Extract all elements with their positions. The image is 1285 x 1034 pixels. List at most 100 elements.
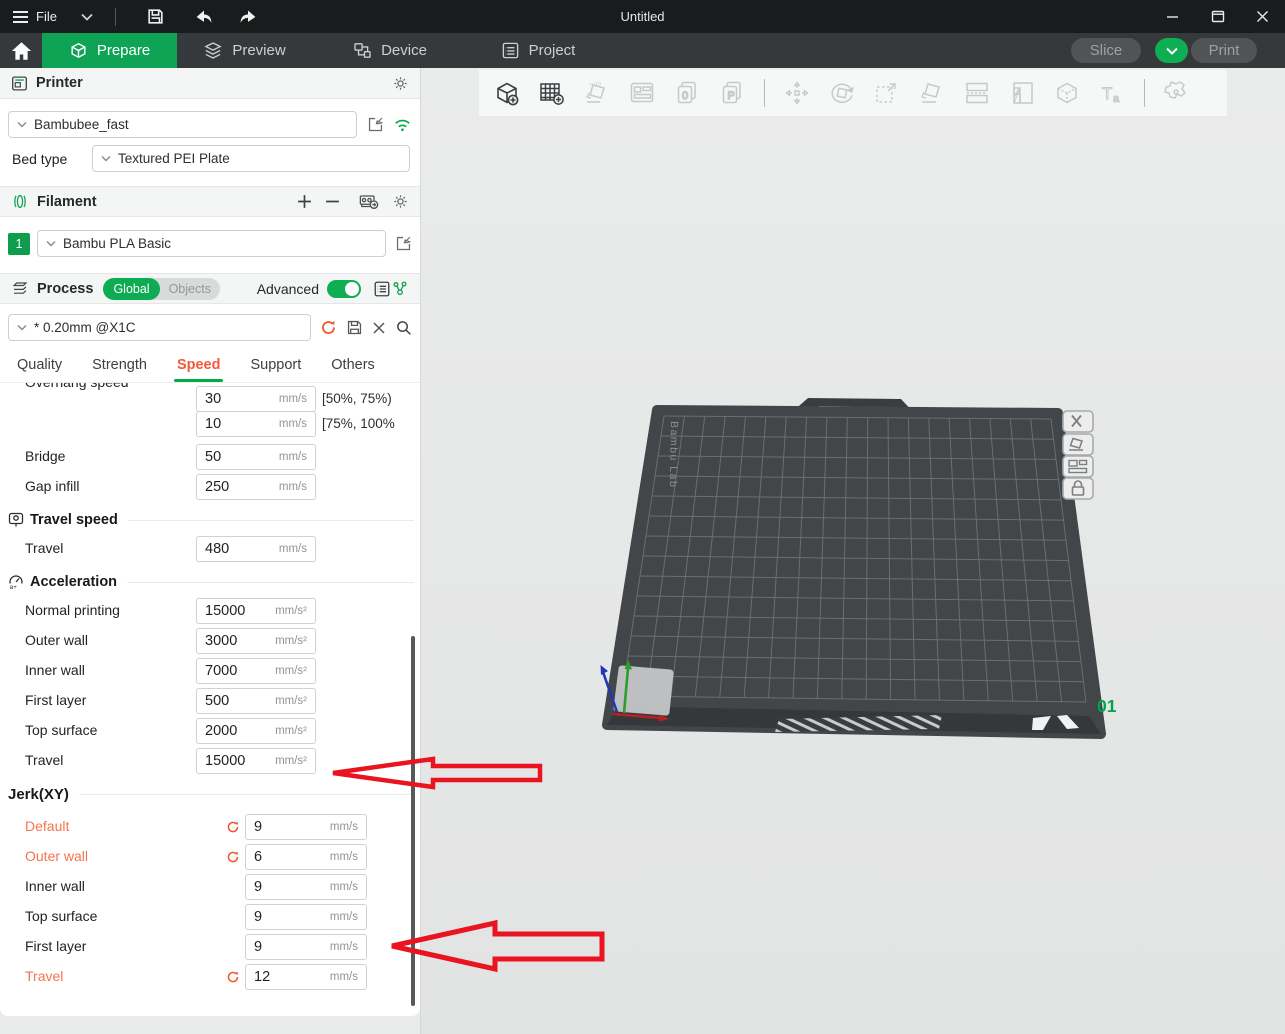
- travel-input[interactable]: mm/s: [196, 536, 316, 562]
- accel-top-surface-input[interactable]: mm/s²: [196, 718, 316, 744]
- overhang-speed-value-2[interactable]: [205, 416, 263, 432]
- save-preset-icon[interactable]: [346, 319, 363, 336]
- add-filament-icon[interactable]: [297, 194, 312, 209]
- viewport-3d[interactable]: AUTO 0 P Ta: [420, 68, 1285, 1034]
- jerk-outer-value[interactable]: [254, 849, 312, 865]
- delete-preset-icon[interactable]: [372, 321, 386, 335]
- tab-strength[interactable]: Strength: [92, 357, 147, 382]
- build-plate[interactable]: [607, 410, 1101, 734]
- sidebar-scrollbar[interactable]: [411, 636, 415, 1006]
- delete-plate-button[interactable]: [1063, 411, 1093, 432]
- accel-inner-input[interactable]: mm/s²: [196, 658, 316, 684]
- file-menu[interactable]: File: [12, 9, 57, 24]
- overhang-speed-input-1[interactable]: mm/s: [196, 386, 316, 412]
- search-preset-icon[interactable]: [395, 319, 412, 336]
- chevron-down-icon[interactable]: [81, 13, 93, 21]
- print-dropdown-button[interactable]: [1155, 38, 1188, 63]
- accel-outer-input[interactable]: mm/s²: [196, 628, 316, 654]
- parameter-list-icon[interactable]: [373, 280, 391, 298]
- accel-top-surface-label: Top surface: [25, 722, 97, 738]
- bridge-input[interactable]: mm/s: [196, 444, 316, 470]
- plate-buttons: [1063, 411, 1093, 499]
- jerk-top-surface-input[interactable]: mm/s: [245, 904, 367, 930]
- objects-settings-icon[interactable]: [391, 280, 409, 298]
- accel-travel-value[interactable]: [205, 753, 263, 769]
- edit-printer-icon[interactable]: [367, 116, 384, 133]
- bridge-value[interactable]: [205, 449, 263, 465]
- reset-value-icon[interactable]: [226, 850, 240, 864]
- printer-settings-gear-icon[interactable]: [392, 75, 409, 92]
- tab-prepare[interactable]: Prepare: [42, 33, 177, 68]
- accel-first-layer-value[interactable]: [205, 693, 263, 709]
- scope-objects[interactable]: Objects: [160, 282, 220, 296]
- tab-project[interactable]: Project: [468, 33, 608, 68]
- jerk-travel-input[interactable]: mm/s: [245, 964, 367, 990]
- reset-preset-icon[interactable]: [320, 319, 337, 336]
- save-button[interactable]: [138, 4, 174, 30]
- plate-number-label[interactable]: 01: [1097, 696, 1117, 716]
- accel-first-layer-input[interactable]: mm/s²: [196, 688, 316, 714]
- tab-others[interactable]: Others: [331, 357, 375, 382]
- undo-button[interactable]: [186, 4, 222, 30]
- jerk-travel-value[interactable]: [254, 969, 312, 985]
- reset-value-icon[interactable]: [226, 820, 240, 834]
- edit-filament-icon[interactable]: [395, 235, 412, 252]
- tab-preview[interactable]: Preview: [177, 33, 312, 68]
- tab-quality[interactable]: Quality: [17, 357, 62, 382]
- svg-text:a+: a+: [10, 584, 18, 590]
- accel-normal-row: Normal printing mm/s²: [0, 598, 420, 624]
- maximize-button[interactable]: [1195, 0, 1240, 33]
- redo-button[interactable]: [230, 4, 266, 30]
- accel-normal-input[interactable]: mm/s²: [196, 598, 316, 624]
- process-preset-combo[interactable]: * 0.20mm @X1C: [8, 314, 311, 341]
- build-plate-scene[interactable]: Bambu Lab: [421, 68, 1285, 1034]
- accel-top-surface-value[interactable]: [205, 723, 263, 739]
- bambu-studio-window: { "window": { "title": "Untitled", "file…: [0, 0, 1285, 1034]
- travel-value[interactable]: [205, 541, 263, 557]
- home-button[interactable]: [0, 33, 42, 68]
- scope-global[interactable]: Global: [103, 278, 159, 300]
- jerk-inner-input[interactable]: mm/s: [245, 874, 367, 900]
- filament-preset-combo[interactable]: Bambu PLA Basic: [37, 230, 386, 257]
- accel-normal-value[interactable]: [205, 603, 263, 619]
- filament-slot-badge[interactable]: 1: [8, 233, 30, 255]
- jerk-default-value[interactable]: [254, 819, 312, 835]
- jerk-first-layer-value[interactable]: [254, 939, 312, 955]
- jerk-default-input[interactable]: mm/s: [245, 814, 367, 840]
- jerk-first-layer-input[interactable]: mm/s: [245, 934, 367, 960]
- wifi-connected-icon[interactable]: [393, 117, 412, 133]
- accel-travel-input[interactable]: mm/s²: [196, 748, 316, 774]
- jerk-inner-value[interactable]: [254, 879, 312, 895]
- accel-outer-value[interactable]: [205, 633, 263, 649]
- close-button[interactable]: [1240, 0, 1285, 33]
- minimize-button[interactable]: [1150, 0, 1195, 33]
- gap-infill-value[interactable]: [205, 479, 263, 495]
- tab-device[interactable]: Device: [320, 33, 460, 68]
- overhang-speed-value-1[interactable]: [205, 391, 263, 407]
- printer-preset-combo[interactable]: Bambubee_fast: [8, 111, 357, 138]
- jerk-top-surface-value[interactable]: [254, 909, 312, 925]
- ams-sync-icon[interactable]: [359, 193, 379, 210]
- jerk-outer-label: Outer wall: [25, 848, 88, 864]
- overhang-speed-input-2[interactable]: mm/s: [196, 411, 316, 437]
- filament-settings-gear-icon[interactable]: [392, 193, 409, 210]
- print-button[interactable]: Print: [1191, 38, 1257, 63]
- slice-button[interactable]: Slice: [1071, 38, 1141, 63]
- gap-infill-input[interactable]: mm/s: [196, 474, 316, 500]
- unit-label: mm/s: [279, 418, 307, 430]
- tab-support[interactable]: Support: [250, 357, 301, 382]
- jerk-outer-input[interactable]: mm/s: [245, 844, 367, 870]
- lock-plate-button[interactable]: [1063, 478, 1093, 499]
- remove-filament-icon[interactable]: [325, 194, 340, 209]
- process-scope-toggle[interactable]: Global Objects: [103, 278, 220, 300]
- advanced-toggle[interactable]: [327, 280, 361, 298]
- accel-inner-value[interactable]: [205, 663, 263, 679]
- reset-value-icon[interactable]: [226, 970, 240, 984]
- jerk-travel-label: Travel: [25, 968, 63, 984]
- travel-speed-icon: [8, 512, 24, 528]
- arrange-plate-button[interactable]: [1063, 456, 1093, 477]
- tab-speed[interactable]: Speed: [177, 357, 221, 382]
- orient-plate-button[interactable]: [1063, 434, 1093, 455]
- accel-inner-row: Inner wall mm/s²: [0, 658, 420, 684]
- bed-type-combo[interactable]: Textured PEI Plate: [92, 145, 410, 172]
